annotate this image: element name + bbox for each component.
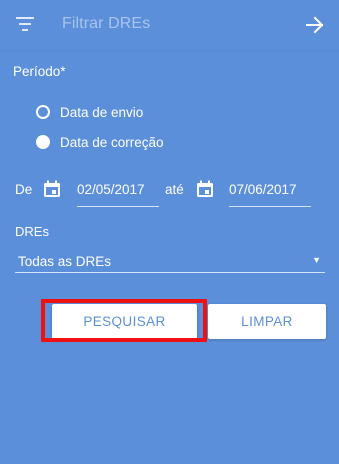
dropdown-caret-icon: ▼ <box>312 255 321 265</box>
app-header: Filtrar DREs <box>0 0 339 50</box>
radio-label-data-correcao: Data de correção <box>60 134 164 150</box>
calendar-icon[interactable] <box>196 180 214 198</box>
dres-select-value: Todas as DREs <box>18 254 112 269</box>
radio-data-envio[interactable]: Data de envio <box>36 102 143 122</box>
date-from-label: De <box>15 182 33 197</box>
clear-button[interactable]: LIMPAR <box>208 304 326 339</box>
filter-list-icon[interactable] <box>16 17 34 33</box>
radio-button-checked[interactable] <box>36 135 50 149</box>
calendar-icon[interactable] <box>43 180 61 198</box>
highlight-annotation <box>41 299 207 342</box>
arrow-right-icon[interactable] <box>305 15 325 35</box>
periodo-label: Período* <box>13 64 66 79</box>
date-to-input[interactable]: 07/06/2017 <box>229 177 311 207</box>
dres-label: DREs <box>15 224 49 239</box>
radio-data-correcao[interactable]: Data de correção <box>36 132 164 152</box>
date-from-input[interactable]: 02/05/2017 <box>77 177 159 207</box>
radio-button-unchecked[interactable] <box>36 105 50 119</box>
dres-select[interactable]: Todas as DREs ▼ <box>15 251 325 273</box>
radio-label-data-envio: Data de envio <box>60 104 144 120</box>
date-to-label: até <box>165 182 184 197</box>
page-title: Filtrar DREs <box>62 15 151 32</box>
